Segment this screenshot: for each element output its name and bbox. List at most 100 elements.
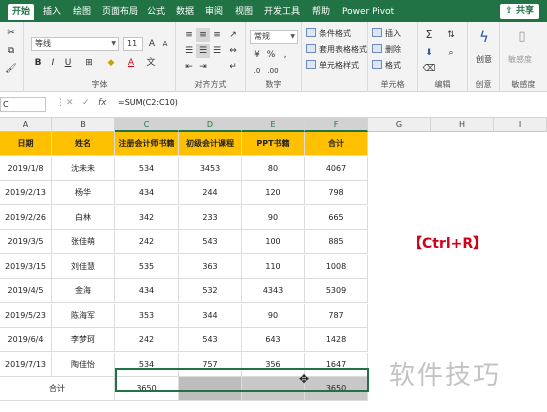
decrease-indent-icon[interactable]: ⇤ — [182, 60, 196, 74]
table-cell-date[interactable]: 2019/1/8 — [0, 156, 52, 181]
column-header-d[interactable]: D — [179, 118, 242, 132]
table-cell-total[interactable]: 1008 — [305, 254, 368, 279]
table-cell-name[interactable]: 白林 — [52, 205, 115, 230]
table-cell-name[interactable]: 沈未未 — [52, 156, 115, 181]
table-cell-ppt-books[interactable]: 90 — [242, 205, 305, 230]
cell-styles-button[interactable]: 单元格样式 — [306, 60, 359, 72]
align-bottom-icon[interactable]: ≡ — [210, 28, 224, 42]
tab-page-layout[interactable]: 页面布局 — [102, 4, 138, 20]
total-label-cell[interactable]: 合计 — [0, 377, 115, 401]
tab-view[interactable]: 视图 — [235, 4, 253, 20]
header-cell-name[interactable]: 姓名 — [52, 132, 115, 156]
insert-cells-button[interactable]: 插入 — [372, 28, 401, 40]
table-cell-total[interactable]: 1428 — [305, 328, 368, 352]
table-cell-date[interactable]: 2019/2/13 — [0, 181, 52, 205]
table-cell-total[interactable]: 665 — [305, 205, 368, 230]
insert-function-icon[interactable]: fx — [98, 98, 107, 108]
header-cell-junior-course[interactable]: 初级会计课程 — [179, 132, 242, 156]
header-cell-ppt-books[interactable]: PPT书籍 — [242, 132, 305, 156]
table-cell-total[interactable]: 5309 — [305, 279, 368, 303]
ideas-button[interactable]: 创意 — [476, 54, 492, 66]
tab-review[interactable]: 审阅 — [205, 4, 223, 20]
name-box[interactable]: C — [0, 97, 46, 112]
table-cell-junior-course[interactable]: 532 — [179, 279, 242, 303]
decrease-font-icon[interactable]: A — [158, 37, 172, 51]
format-as-table-button[interactable]: 套用表格格式 — [306, 44, 367, 56]
table-cell-cpa-books[interactable]: 535 — [115, 254, 179, 279]
table-cell-junior-course[interactable]: 757 — [179, 352, 242, 377]
table-cell-ppt-books[interactable]: 90 — [242, 303, 305, 328]
table-cell-cpa-books[interactable]: 434 — [115, 181, 179, 205]
font-size-select[interactable]: 11 — [123, 37, 143, 51]
column-header-e[interactable]: E — [242, 118, 305, 132]
table-cell-ppt-books[interactable]: 356 — [242, 352, 305, 377]
table-cell-cpa-books[interactable]: 534 — [115, 352, 179, 377]
delete-cells-button[interactable]: 删除 — [372, 44, 401, 56]
table-cell-junior-course[interactable]: 363 — [179, 254, 242, 279]
table-cell-date[interactable]: 2019/4/5 — [0, 279, 52, 303]
table-cell-junior-course[interactable]: 543 — [179, 328, 242, 352]
merge-icon[interactable]: ⇔ — [226, 44, 240, 58]
column-header-h[interactable]: H — [431, 118, 494, 132]
clear-icon[interactable]: ⌫ — [422, 62, 436, 76]
header-cell-total[interactable]: 合计 — [305, 132, 368, 156]
fill-icon[interactable]: ⬇ — [422, 46, 436, 60]
column-header-f[interactable]: F — [305, 118, 368, 132]
align-top-icon[interactable]: ≡ — [182, 28, 196, 42]
column-header-a[interactable]: A — [0, 118, 52, 132]
table-cell-total[interactable]: 4067 — [305, 156, 368, 181]
wrap-text-icon[interactable]: ↵ — [226, 60, 240, 74]
table-cell-ppt-books[interactable]: 4343 — [242, 279, 305, 303]
column-header-g[interactable]: G — [368, 118, 431, 132]
table-cell-name[interactable]: 李梦珂 — [52, 328, 115, 352]
number-format-select[interactable]: 常规 ▼ — [250, 30, 298, 44]
tab-developer[interactable]: 开发工具 — [264, 4, 300, 20]
table-cell-date[interactable]: 2019/3/15 — [0, 254, 52, 279]
table-cell-total[interactable]: 1647 — [305, 352, 368, 377]
fill-color-icon[interactable]: ◆ — [104, 56, 118, 70]
header-cell-date[interactable]: 日期 — [0, 132, 52, 156]
table-cell-ppt-books[interactable]: 110 — [242, 254, 305, 279]
table-cell-cpa-books[interactable]: 434 — [115, 279, 179, 303]
increase-indent-icon[interactable]: ⇥ — [196, 60, 210, 74]
table-cell-junior-course[interactable]: 244 — [179, 181, 242, 205]
align-left-icon[interactable]: ☰ — [182, 44, 196, 58]
table-cell-ppt-books[interactable]: 80 — [242, 156, 305, 181]
border-icon[interactable]: ⊞ — [82, 56, 96, 70]
table-cell-name[interactable]: 陈海军 — [52, 303, 115, 328]
format-cells-button[interactable]: 格式 — [372, 60, 401, 72]
table-cell-junior-course[interactable]: 344 — [179, 303, 242, 328]
align-right-icon[interactable]: ☰ — [210, 44, 224, 58]
total-cell-d[interactable] — [179, 377, 242, 401]
table-cell-ppt-books[interactable]: 100 — [242, 230, 305, 254]
decrease-decimal-icon[interactable]: .00 — [266, 64, 280, 78]
tab-insert[interactable]: 插入 — [43, 4, 61, 20]
confirm-icon[interactable]: ✓ — [82, 98, 90, 108]
table-cell-name[interactable]: 陶佳怡 — [52, 352, 115, 377]
table-cell-date[interactable]: 2019/7/13 — [0, 352, 52, 377]
bold-icon[interactable]: B — [31, 56, 45, 70]
table-cell-junior-course[interactable]: 3453 — [179, 156, 242, 181]
table-cell-name[interactable]: 杨华 — [52, 181, 115, 205]
table-cell-cpa-books[interactable]: 342 — [115, 205, 179, 230]
ideas-icon[interactable]: ϟ — [476, 30, 492, 50]
align-middle-icon[interactable]: ≡ — [196, 28, 210, 42]
total-cell-c[interactable]: 3650 — [115, 377, 179, 401]
cancel-icon[interactable]: ✕ — [66, 98, 74, 108]
total-cell-f[interactable]: 3650 — [305, 377, 368, 401]
font-name-select[interactable]: 等线 ▼ — [31, 37, 119, 51]
table-cell-ppt-books[interactable]: 643 — [242, 328, 305, 352]
percent-icon[interactable]: % — [264, 48, 278, 62]
table-cell-date[interactable]: 2019/3/5 — [0, 230, 52, 254]
phonetic-icon[interactable]: 文 — [144, 56, 158, 70]
tab-power-pivot[interactable]: Power Pivot — [342, 4, 394, 20]
table-cell-total[interactable]: 787 — [305, 303, 368, 328]
table-cell-total[interactable]: 885 — [305, 230, 368, 254]
copy-icon[interactable]: ⧉ — [4, 44, 18, 58]
find-select-icon[interactable]: ⌕ — [444, 46, 458, 60]
table-cell-junior-course[interactable]: 543 — [179, 230, 242, 254]
table-cell-date[interactable]: 2019/6/4 — [0, 328, 52, 352]
table-cell-name[interactable]: 张佳萌 — [52, 230, 115, 254]
tab-draw[interactable]: 绘图 — [73, 4, 91, 20]
format-painter-icon[interactable]: 🖌 — [4, 62, 18, 76]
